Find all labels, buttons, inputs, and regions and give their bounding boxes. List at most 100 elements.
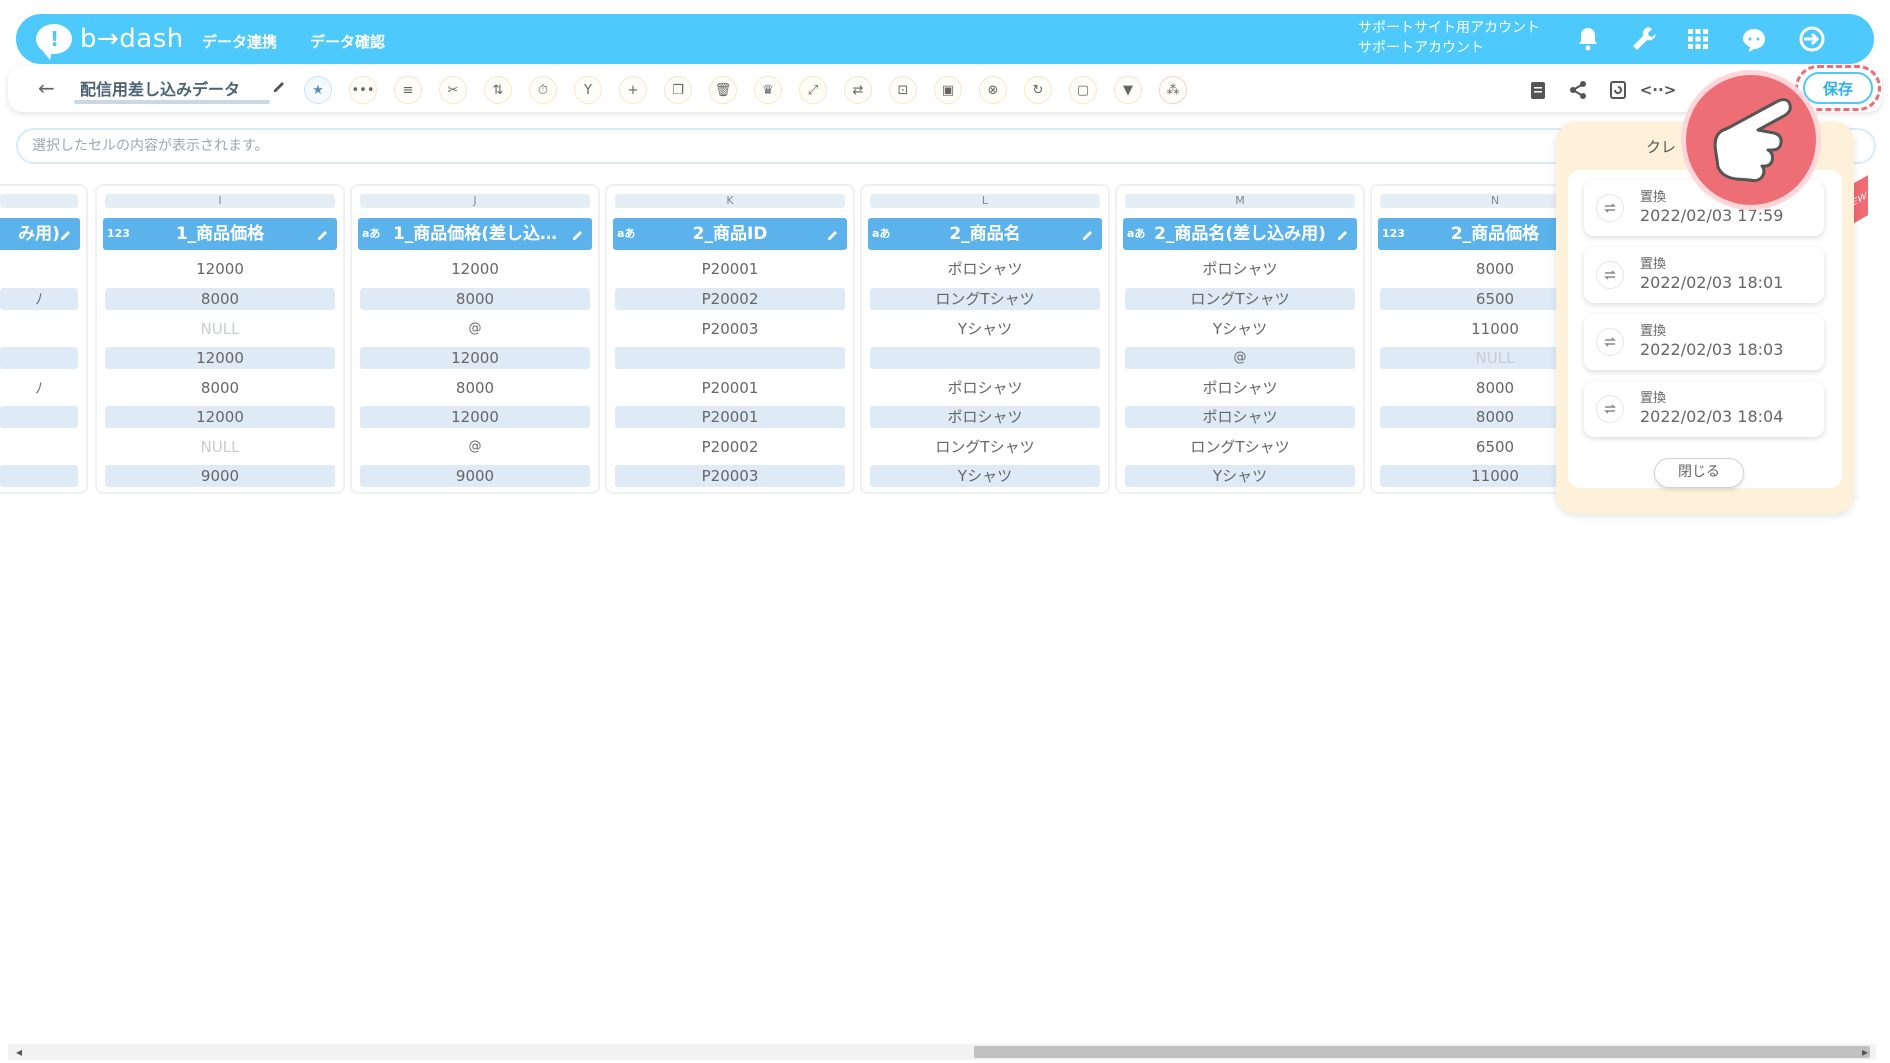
worksheet-title[interactable]: 配信用差し込みデータ bbox=[80, 76, 240, 100]
replace-icon[interactable]: ⇄ bbox=[844, 76, 872, 104]
cell[interactable]: ポロシャツ bbox=[1125, 377, 1355, 399]
cell[interactable]: Yシャツ bbox=[1125, 318, 1355, 340]
support-chat-icon[interactable] bbox=[1738, 23, 1770, 55]
column-header[interactable]: み用) bbox=[0, 218, 80, 250]
cell[interactable]: P20003 bbox=[615, 318, 845, 340]
history-item[interactable]: 置換 2022/02/03 18:03 bbox=[1584, 314, 1824, 370]
scrollbar-thumb[interactable] bbox=[974, 1046, 1870, 1058]
cell[interactable]: Yシャツ bbox=[870, 318, 1100, 340]
cell[interactable]: NULL bbox=[105, 436, 335, 458]
crown-icon[interactable]: ♛ bbox=[754, 76, 782, 104]
cell[interactable]: 12000 bbox=[105, 258, 335, 280]
column-header[interactable]: aあ 2_商品名 bbox=[868, 218, 1102, 250]
cell[interactable]: 9000 bbox=[105, 465, 335, 487]
cell[interactable]: @ bbox=[1125, 347, 1355, 369]
copy-icon[interactable]: ❐ bbox=[664, 76, 692, 104]
bdash-logo[interactable]: ! b→dash bbox=[36, 22, 184, 60]
cell[interactable]: ﾉ bbox=[0, 288, 78, 310]
horizontal-scrollbar[interactable]: ◂ ▸ bbox=[8, 1044, 1876, 1060]
back-arrow-icon[interactable]: ← bbox=[38, 76, 55, 100]
column-header[interactable]: aあ 1_商品価格(差し込… bbox=[358, 218, 592, 250]
cell[interactable]: Yシャツ bbox=[1125, 465, 1355, 487]
cell[interactable]: ロングTシャツ bbox=[1125, 288, 1355, 310]
cell[interactable] bbox=[870, 347, 1100, 369]
cell[interactable]: ポロシャツ bbox=[1125, 406, 1355, 428]
history-item[interactable]: 置換 2022/02/03 18:01 bbox=[1584, 247, 1824, 303]
cell[interactable]: @ bbox=[360, 436, 590, 458]
column-header[interactable]: aあ 2_商品名(差し込み用) bbox=[1123, 218, 1357, 250]
share-icon[interactable] bbox=[1564, 76, 1592, 104]
edit-column-icon[interactable] bbox=[827, 227, 841, 241]
cell[interactable]: ポロシャツ bbox=[870, 406, 1100, 428]
cell[interactable]: P20002 bbox=[615, 288, 845, 310]
cell[interactable]: NULL bbox=[105, 318, 335, 340]
close-button[interactable]: 閉じる bbox=[1654, 458, 1744, 488]
cell[interactable]: ポロシャツ bbox=[870, 377, 1100, 399]
column-header[interactable]: 123 1_商品価格 bbox=[103, 218, 337, 250]
cell[interactable]: ロングTシャツ bbox=[1125, 436, 1355, 458]
edit-title-icon[interactable] bbox=[272, 78, 288, 94]
box-icon[interactable]: ▣ bbox=[934, 76, 962, 104]
add-icon[interactable]: + bbox=[619, 76, 647, 104]
history-item[interactable]: 置換 2022/02/03 18:04 bbox=[1584, 381, 1824, 437]
edit-column-icon[interactable] bbox=[1082, 227, 1096, 241]
expand-icon[interactable]: ⤢ bbox=[799, 76, 827, 104]
history-icon[interactable] bbox=[1604, 76, 1632, 104]
edit-column-icon[interactable] bbox=[572, 227, 586, 241]
cell[interactable]: 12000 bbox=[360, 258, 590, 280]
cell[interactable]: 9000 bbox=[360, 465, 590, 487]
cell[interactable]: 12000 bbox=[105, 406, 335, 428]
clear-icon[interactable]: ⊗ bbox=[979, 76, 1007, 104]
timer-icon[interactable]: ⏱ bbox=[529, 76, 557, 104]
cell[interactable]: ポロシャツ bbox=[1125, 258, 1355, 280]
text-lines-icon[interactable]: ≡ bbox=[394, 76, 422, 104]
cell[interactable]: 8000 bbox=[360, 377, 590, 399]
cell[interactable]: ロングTシャツ bbox=[870, 288, 1100, 310]
cell[interactable] bbox=[0, 406, 78, 428]
cell[interactable]: ﾉ bbox=[0, 377, 78, 399]
cell[interactable]: @ bbox=[360, 318, 590, 340]
filter-icon[interactable]: ▼ bbox=[1114, 76, 1142, 104]
nav-data-check[interactable]: データ確認 bbox=[310, 31, 385, 52]
sort-icon[interactable]: ⇅ bbox=[484, 76, 512, 104]
merge-icon[interactable]: Y bbox=[574, 76, 602, 104]
cell[interactable]: ポロシャツ bbox=[870, 258, 1100, 280]
cell[interactable] bbox=[0, 258, 78, 280]
cell[interactable] bbox=[0, 318, 78, 340]
cell[interactable]: P20001 bbox=[615, 377, 845, 399]
scissors-icon[interactable]: ✂ bbox=[439, 76, 467, 104]
nav-data-integration[interactable]: データ連携 bbox=[202, 31, 277, 52]
cell[interactable]: P20001 bbox=[615, 258, 845, 280]
edit-column-icon[interactable] bbox=[1337, 227, 1351, 241]
scroll-right-icon[interactable]: ▸ bbox=[1862, 1044, 1868, 1060]
edit-column-icon[interactable] bbox=[60, 227, 74, 241]
cell[interactable] bbox=[0, 465, 78, 487]
cell[interactable]: ロングTシャツ bbox=[870, 436, 1100, 458]
cell[interactable]: P20001 bbox=[615, 406, 845, 428]
cell[interactable]: Yシャツ bbox=[870, 465, 1100, 487]
cell[interactable]: 12000 bbox=[360, 347, 590, 369]
cell[interactable] bbox=[0, 347, 78, 369]
cell[interactable]: P20002 bbox=[615, 436, 845, 458]
apps-grid-icon[interactable] bbox=[1682, 23, 1714, 55]
cell[interactable]: 8000 bbox=[360, 288, 590, 310]
more-dots-icon[interactable]: ••• bbox=[349, 76, 377, 104]
transform-icon[interactable]: ↻ bbox=[1024, 76, 1052, 104]
cell[interactable] bbox=[615, 347, 845, 369]
cell[interactable]: 12000 bbox=[360, 406, 590, 428]
cell[interactable]: 12000 bbox=[105, 347, 335, 369]
code-icon[interactable]: <··> bbox=[1640, 76, 1677, 104]
cell[interactable]: P20003 bbox=[615, 465, 845, 487]
favorite-star-icon[interactable]: ★ bbox=[304, 76, 332, 104]
column-header[interactable]: aあ 2_商品ID bbox=[613, 218, 847, 250]
edit-column-icon[interactable] bbox=[317, 227, 331, 241]
frame-icon[interactable]: ▢ bbox=[1069, 76, 1097, 104]
cell[interactable] bbox=[0, 436, 78, 458]
cell[interactable]: 8000 bbox=[105, 288, 335, 310]
cell[interactable]: 8000 bbox=[105, 377, 335, 399]
clipboard-icon[interactable] bbox=[1524, 76, 1552, 104]
bell-icon[interactable] bbox=[1572, 23, 1604, 55]
account-info[interactable]: サポートサイト用アカウント サポートアカウント bbox=[1358, 18, 1540, 58]
wrench-icon[interactable] bbox=[1628, 23, 1660, 55]
unlock-icon[interactable]: ⊡ bbox=[889, 76, 917, 104]
